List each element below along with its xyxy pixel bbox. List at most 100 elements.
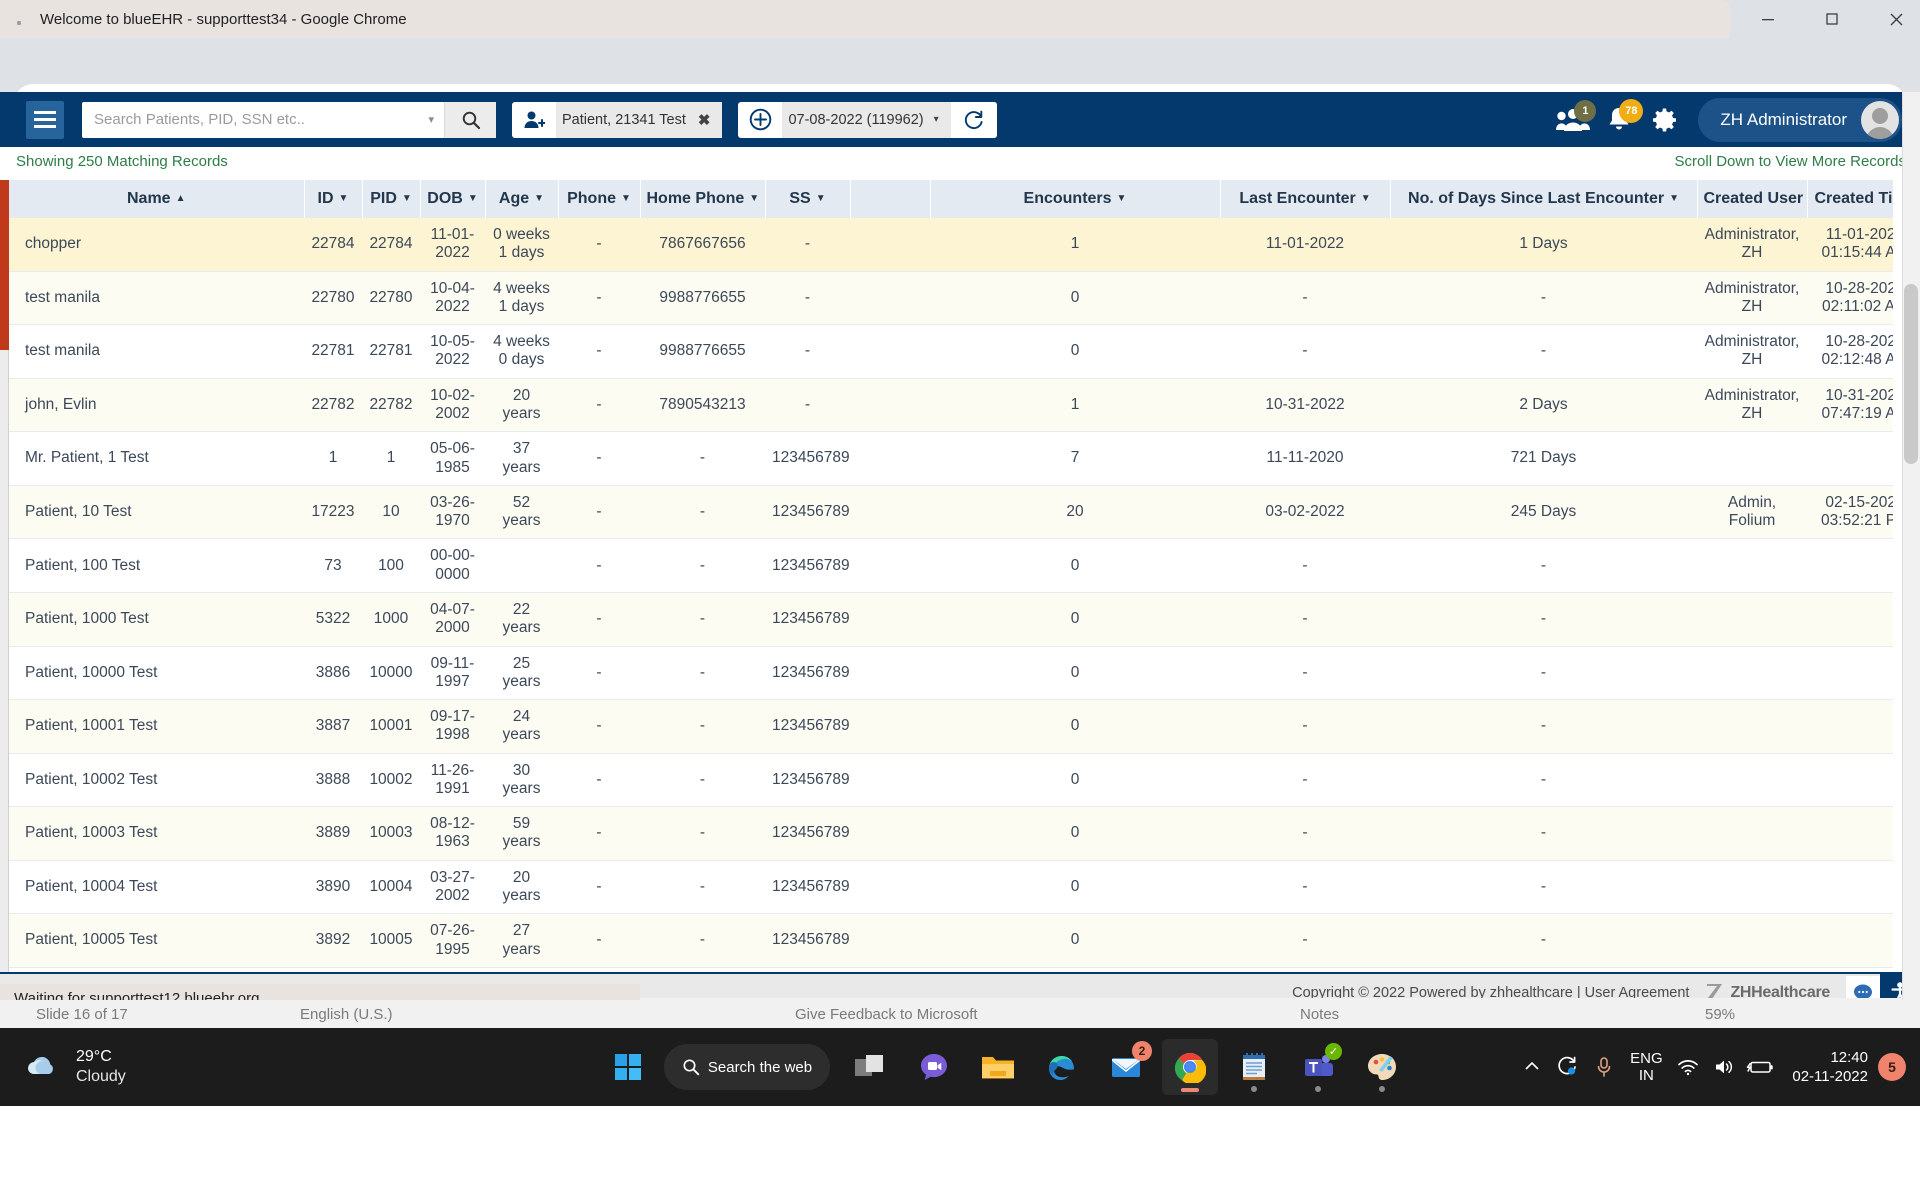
sort-descending-icon[interactable] <box>816 193 826 204</box>
vertical-scrollbar-track[interactable] <box>1902 92 1920 1012</box>
language-indicator[interactable]: ENG IN <box>1622 1050 1670 1085</box>
cell-name: Patient, 10 Test <box>9 485 304 540</box>
table-row[interactable]: Mr. Patient, 1 Test 1 1 05-06-1985 37 years -… <box>9 431 1893 486</box>
browser-tab-active[interactable]: Welcome to blueEHR - supporttest34 - Goo… <box>0 0 1730 38</box>
window-maximize-button[interactable] <box>1800 0 1864 38</box>
column-header-last-encounter[interactable]: Last Encounter <box>1220 180 1391 218</box>
table-row[interactable]: Patient, 10001 Test 3887 10001 09-17-1998 24… <box>9 699 1893 754</box>
cell-age: 25 years <box>485 646 558 701</box>
cell-days-since: 2 Days <box>1390 378 1697 433</box>
onedrive-sync-icon[interactable] <box>1550 1045 1586 1089</box>
notepad-icon[interactable] <box>1226 1039 1282 1095</box>
window-close-button[interactable] <box>1864 0 1920 38</box>
patients-table-container[interactable]: Name ID PID DOB Age Phone Home Phone SS Encounte… <box>9 180 1893 1012</box>
taskbar-search-box[interactable]: Search the web <box>664 1044 830 1090</box>
column-header-created-user[interactable]: Created User <box>1697 180 1808 218</box>
cell-days-since: 245 Days <box>1390 485 1697 540</box>
sort-descending-icon[interactable] <box>402 193 412 204</box>
start-button[interactable] <box>600 1039 656 1095</box>
column-header-phone[interactable]: Phone <box>558 180 641 218</box>
table-row[interactable]: Patient, 10 Test 17223 10 03-26-1970 52 year… <box>9 485 1893 540</box>
encounter-date-chip[interactable]: 07-08-2022 (119962) ▾ <box>738 101 997 138</box>
battery-charging-icon[interactable] <box>1742 1045 1778 1089</box>
microsoft-edge-icon[interactable] <box>1034 1039 1090 1095</box>
column-header-pid[interactable]: PID <box>362 180 421 218</box>
table-row[interactable]: Patient, 10003 Test 3889 10003 08-12-1963 59… <box>9 806 1893 861</box>
column-header-id[interactable]: ID <box>304 180 363 218</box>
table-row[interactable]: Patient, 10000 Test 3886 10000 09-11-1997 25… <box>9 646 1893 701</box>
volume-icon[interactable] <box>1706 1045 1742 1089</box>
cell-home-phone: - <box>640 913 765 968</box>
sort-descending-icon[interactable] <box>621 193 631 204</box>
column-header-no-of-days-since-last-encounter[interactable]: No. of Days Since Last Encounter <box>1390 180 1698 218</box>
column-header-label: Created User <box>1703 190 1804 207</box>
task-view-icon[interactable] <box>842 1039 898 1095</box>
sort-descending-icon[interactable] <box>1117 193 1127 204</box>
table-row[interactable]: Patient, 10004 Test 3890 10004 03-27-2002 20… <box>9 860 1893 915</box>
column-header-ss[interactable]: SS <box>765 180 851 218</box>
patient-context-chip[interactable]: Patient, 21341 Test ✖ <box>512 101 723 138</box>
cell-id: 3890 <box>304 860 362 915</box>
column-header-age[interactable]: Age <box>485 180 559 218</box>
column-header-label: Last Encounter <box>1239 190 1356 207</box>
paint-icon[interactable] <box>1354 1039 1410 1095</box>
table-row[interactable]: Patient, 10002 Test 3888 10002 11-26-1991 30… <box>9 753 1893 808</box>
clock[interactable]: 12:40 02-11-2022 <box>1792 1048 1868 1087</box>
patient-search-box[interactable]: ▾ <box>82 101 496 138</box>
column-header-created-time[interactable]: Created Time <box>1807 180 1893 218</box>
user-menu-button[interactable]: ZH Administrator <box>1698 97 1902 142</box>
taskbar-weather-widget[interactable]: 29°C Cloudy <box>22 1028 126 1106</box>
sort-descending-icon[interactable] <box>1361 193 1371 204</box>
cell-age: 0 weeks 1 days <box>485 218 558 272</box>
add-circle-icon[interactable] <box>738 102 782 138</box>
table-row[interactable]: chopper 22784 22784 11-01-2022 0 weeks 1 day… <box>9 218 1893 272</box>
google-chrome-icon[interactable] <box>1162 1039 1218 1095</box>
mail-icon[interactable]: 2 <box>1098 1039 1154 1095</box>
notification-bell-icon[interactable]: 78 <box>1596 97 1644 143</box>
cell-last-encounter: - <box>1220 753 1390 808</box>
cell-name: test manila <box>9 271 304 326</box>
cell-ss: 123456789 <box>765 699 850 754</box>
cell-encounters: 1 <box>930 218 1220 272</box>
window-minimize-button[interactable] <box>1736 0 1800 38</box>
microsoft-teams-icon[interactable]: ✓ <box>1290 1039 1346 1095</box>
sort-descending-icon[interactable] <box>468 193 478 204</box>
column-header-name[interactable]: Name <box>9 180 305 218</box>
column-header-label: PID <box>370 190 397 207</box>
table-row[interactable]: john, Evlin 22782 22782 10-02-2002 20 years -… <box>9 378 1893 433</box>
chevron-down-icon[interactable]: ▾ <box>930 114 951 125</box>
sort-descending-icon[interactable] <box>749 193 759 204</box>
search-button[interactable] <box>444 101 496 138</box>
chevron-up-icon[interactable] <box>1514 1045 1550 1089</box>
chat-icon[interactable] <box>906 1039 962 1095</box>
refresh-icon[interactable] <box>950 101 997 138</box>
vertical-scrollbar-thumb[interactable] <box>1904 284 1918 464</box>
add-patient-icon[interactable] <box>512 102 556 138</box>
hamburger-menu-icon[interactable] <box>26 100 64 139</box>
sort-descending-icon[interactable] <box>1669 193 1679 204</box>
column-header-home-phone[interactable]: Home Phone <box>640 180 766 218</box>
table-row[interactable]: Patient, 10005 Test 3892 10005 07-26-1995 27… <box>9 913 1893 968</box>
table-row[interactable]: Patient, 1000 Test 5322 1000 04-07-2000 22 y… <box>9 592 1893 647</box>
table-row[interactable]: test manila 22780 22780 10-04-2022 4 weeks 1… <box>9 271 1893 326</box>
column-header-dob[interactable]: DOB <box>420 180 486 218</box>
sort-descending-icon[interactable] <box>534 193 544 204</box>
cell-dob: 09-11-1997 <box>420 646 485 701</box>
wifi-icon[interactable] <box>1670 1045 1706 1089</box>
table-row[interactable]: Patient, 100 Test 73 100 00-00-0000- -123456… <box>9 538 1893 593</box>
table-row[interactable]: test manila 22781 22781 10-05-2022 4 weeks 0… <box>9 324 1893 379</box>
column-header-encounters[interactable]: Encounters <box>930 180 1221 218</box>
cell-age: 4 weeks 0 days <box>485 324 558 379</box>
search-input[interactable] <box>82 102 419 137</box>
sort-ascending-icon[interactable] <box>176 193 186 204</box>
avatar[interactable] <box>1861 100 1899 139</box>
microphone-icon[interactable] <box>1586 1045 1622 1089</box>
close-icon[interactable]: ✖ <box>692 111 723 129</box>
people-icon[interactable]: 1 <box>1550 97 1597 143</box>
chevron-down-icon[interactable]: ▾ <box>418 113 444 126</box>
gear-icon[interactable] <box>1642 97 1688 143</box>
sort-descending-icon[interactable] <box>339 193 349 204</box>
cell-pid: 10000 <box>362 646 420 701</box>
file-explorer-icon[interactable] <box>970 1039 1026 1095</box>
cell-encounters: 0 <box>930 860 1220 915</box>
